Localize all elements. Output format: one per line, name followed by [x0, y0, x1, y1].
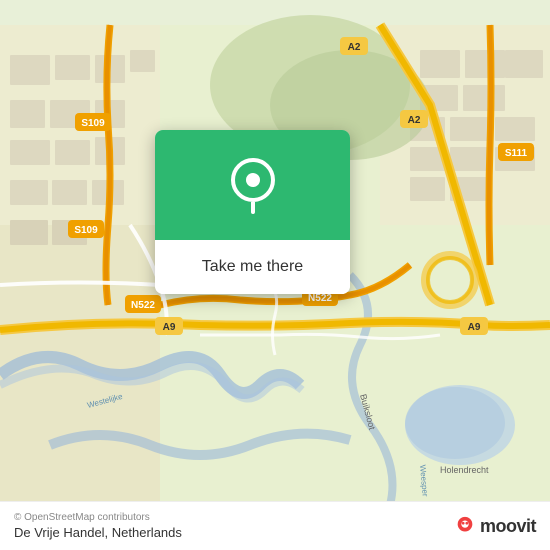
pin-dot	[246, 173, 260, 187]
pin-stem	[251, 202, 255, 214]
svg-text:Holendrecht: Holendrecht	[440, 465, 489, 475]
svg-text:A2: A2	[348, 42, 361, 53]
popup-green-background	[155, 130, 350, 240]
svg-text:N522: N522	[131, 300, 155, 311]
svg-text:S109: S109	[74, 225, 98, 236]
svg-text:A9: A9	[468, 322, 481, 333]
moovit-logo: moovit	[454, 515, 536, 537]
location-pin	[231, 158, 275, 212]
pin-circle	[231, 158, 275, 202]
bottom-bar: © OpenStreetMap contributors De Vrije Ha…	[0, 501, 550, 550]
svg-text:A2: A2	[408, 115, 421, 126]
svg-text:N522: N522	[308, 293, 332, 304]
take-me-there-button[interactable]: Take me there	[171, 250, 334, 284]
popup-button-area: Take me there	[155, 240, 350, 294]
moovit-icon	[454, 515, 476, 537]
moovit-brand-text: moovit	[480, 516, 536, 537]
map-container: A2 A2 A9 A9 N522 N522 S109 S109 S111 Bui…	[0, 0, 550, 550]
location-name: De Vrije Handel, Netherlands	[14, 525, 182, 540]
popup-card: Take me there	[155, 130, 350, 294]
bottom-info: © OpenStreetMap contributors De Vrije Ha…	[14, 512, 182, 540]
svg-text:S111: S111	[505, 148, 528, 159]
copyright-text: © OpenStreetMap contributors	[14, 512, 182, 523]
svg-text:A9: A9	[163, 322, 176, 333]
svg-text:S109: S109	[81, 118, 105, 129]
